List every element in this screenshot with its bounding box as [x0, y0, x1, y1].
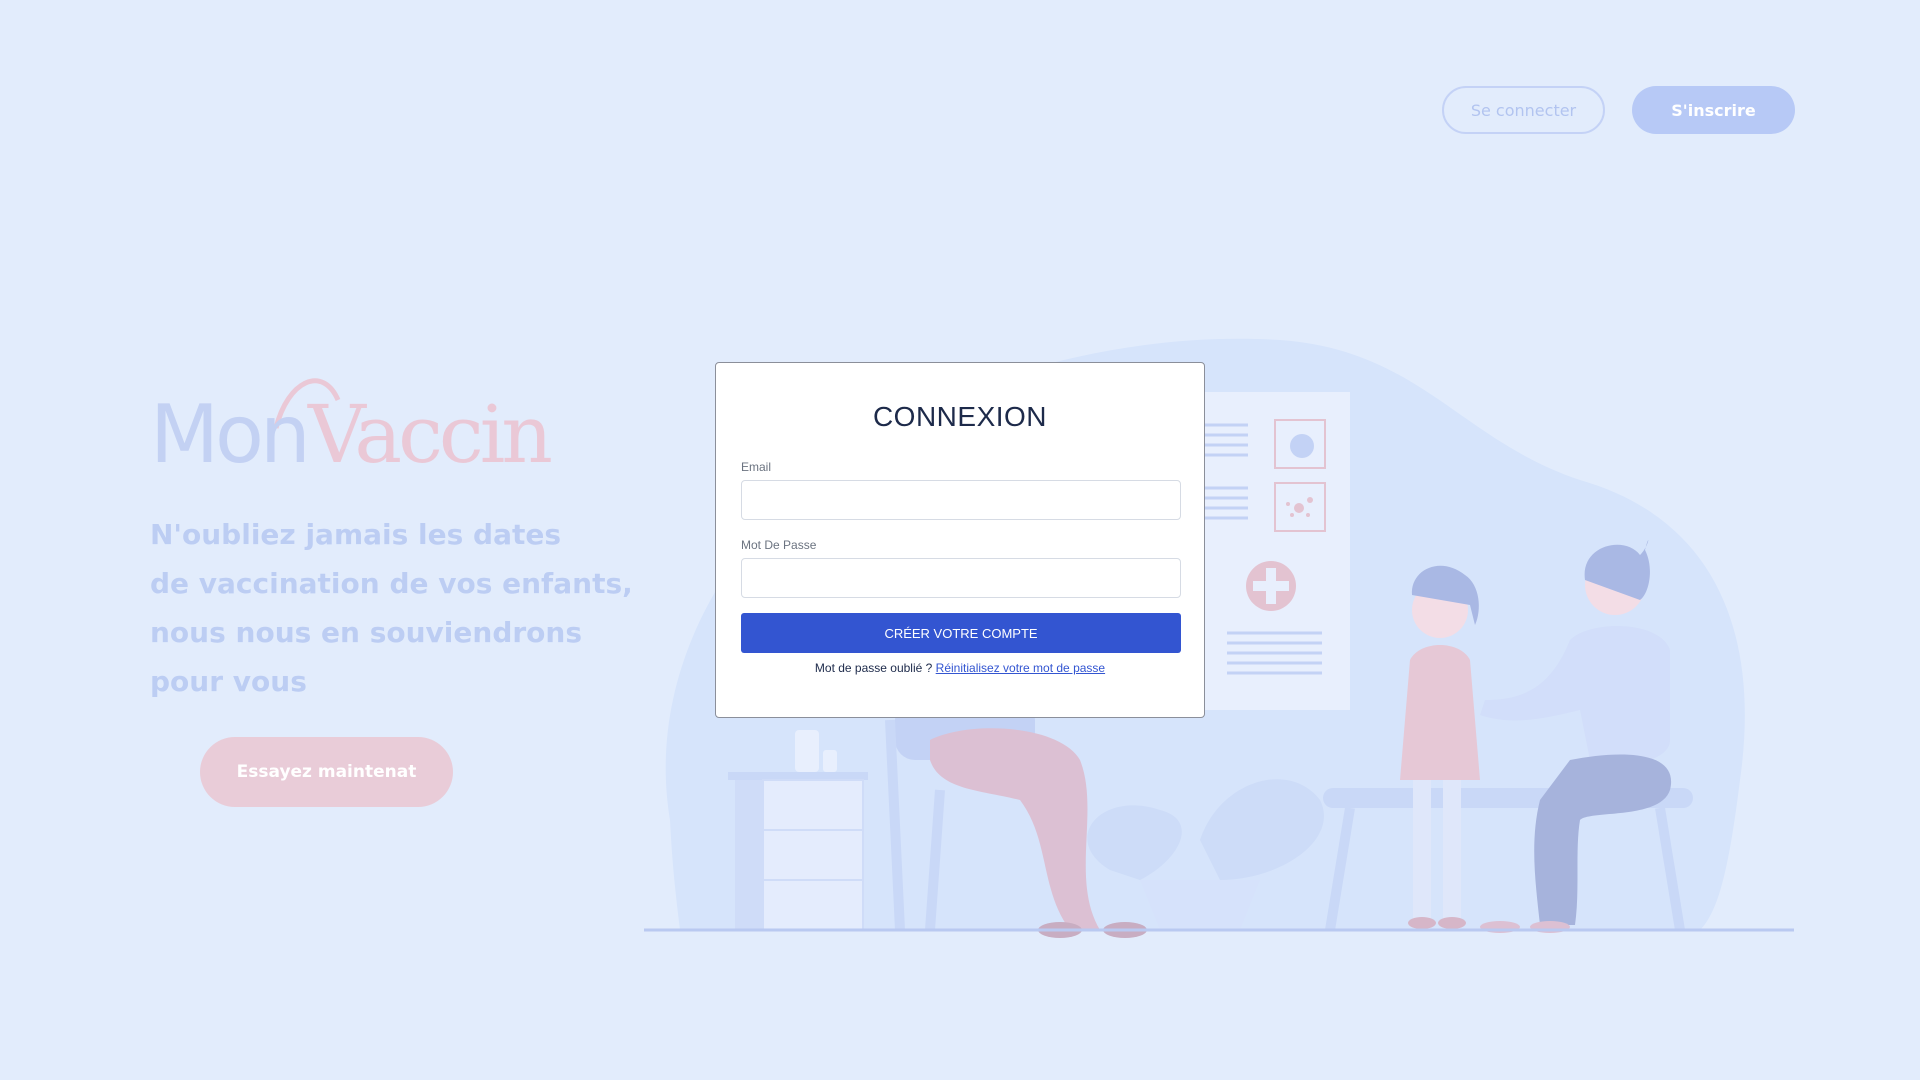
child-leg — [1443, 780, 1461, 920]
logo: Mon Vaccin — [148, 370, 553, 481]
hero-tagline: N'oubliez jamais les dates de vaccinatio… — [150, 510, 633, 706]
signup-button[interactable]: S'inscrire — [1632, 86, 1795, 134]
forgot-password-row: Mot de passe oublié ? Réinitialisez votr… — [716, 661, 1204, 675]
bottle-icon — [795, 730, 819, 772]
logo-text-mon: Mon — [150, 388, 311, 481]
forgot-password-text: Mot de passe oublié ? — [814, 661, 933, 675]
try-now-button[interactable]: Essayez maintenat — [200, 737, 453, 807]
tagline-line: N'oubliez jamais les dates — [150, 518, 562, 551]
login-button[interactable]: Se connecter — [1442, 86, 1605, 134]
reset-password-link[interactable]: Réinitialisez votre mot de passe — [936, 661, 1105, 675]
email-label: Email — [741, 460, 772, 474]
email-field[interactable] — [741, 480, 1181, 520]
child-leg — [1413, 780, 1431, 920]
create-account-button[interactable]: CRÉER VOTRE COMPTE — [741, 613, 1181, 653]
cabinet-drawers — [762, 779, 864, 931]
virus-icon — [1290, 434, 1314, 458]
login-title: CONNEXION — [872, 401, 1048, 432]
login-card: CONNEXION Email Mot De Passe CRÉER VOTRE… — [715, 362, 1205, 718]
tagline-line: nous nous en souviendrons — [150, 616, 583, 649]
plant-pot — [1140, 880, 1260, 930]
child-dress — [1400, 645, 1480, 780]
cabinet-top — [728, 772, 868, 780]
tagline-line: de vaccination de vos enfants, — [150, 567, 633, 600]
password-label: Mot De Passe — [741, 538, 817, 552]
tagline-line: pour vous — [150, 665, 307, 698]
password-field[interactable] — [741, 558, 1181, 598]
logo-text-vaccin: Vaccin — [308, 388, 553, 481]
